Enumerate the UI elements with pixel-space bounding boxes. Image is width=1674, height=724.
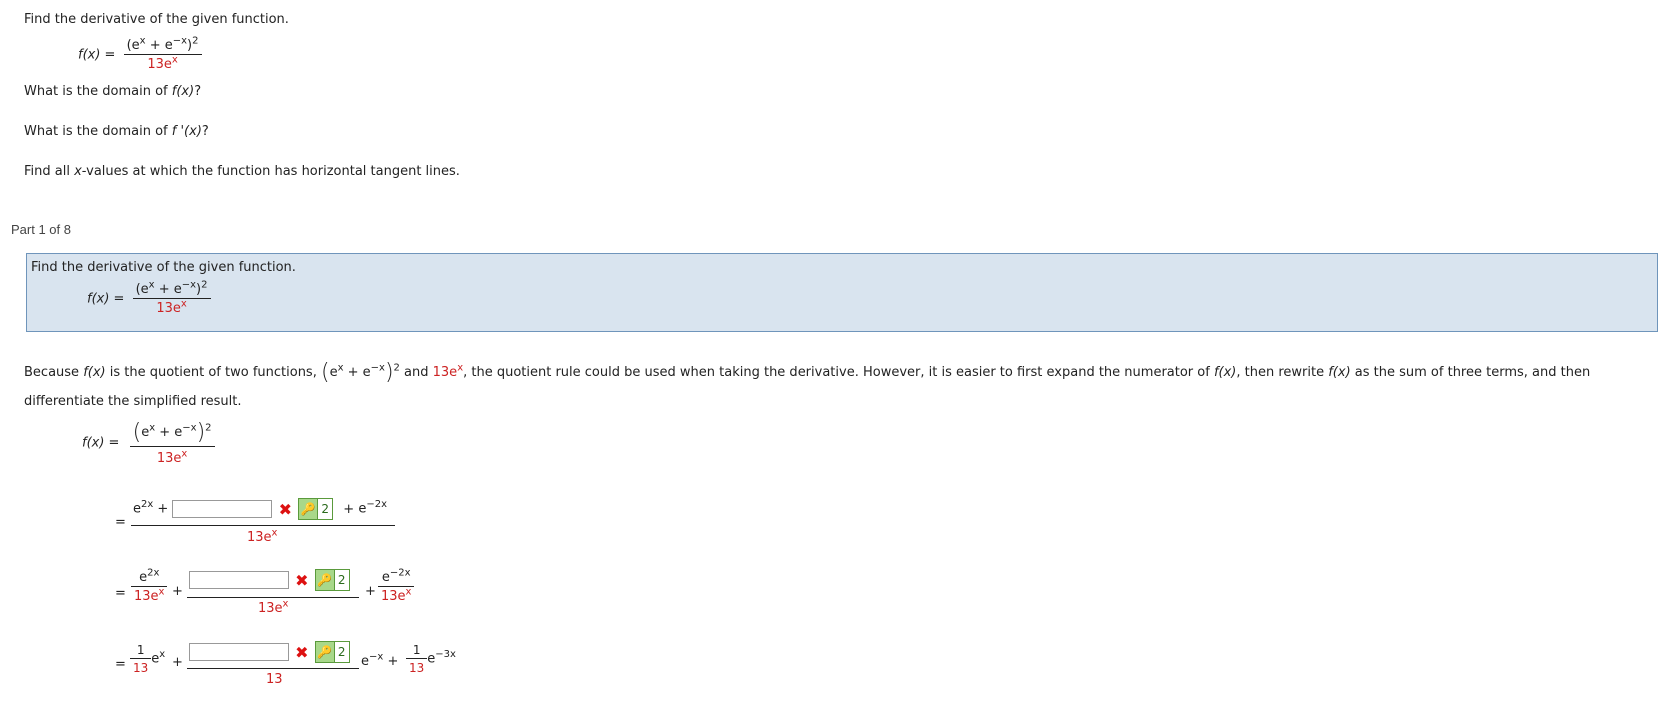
step-1-answer-input[interactable] xyxy=(172,500,273,518)
key-icon[interactable]: 🔑 xyxy=(314,569,335,591)
explanation-line-2: differentiate the simplified result. xyxy=(24,394,242,409)
question-domain-f: What is the domain of f(x)? xyxy=(24,84,202,99)
step-3-fraction-bar xyxy=(187,668,359,669)
incorrect-icon: ✖ xyxy=(295,642,309,662)
step-1-equals: = xyxy=(115,515,126,530)
step-3-term-2: e−x + xyxy=(361,651,399,669)
step-3-term-1: 1 13 ex xyxy=(130,643,165,675)
step-2-plus-1: + xyxy=(172,584,183,599)
incorrect-icon: ✖ xyxy=(278,499,293,519)
key-icon[interactable]: 🔑 xyxy=(298,498,319,520)
step-3-answer-input[interactable] xyxy=(189,643,289,661)
step-2-term-3: e−2x 13ex xyxy=(378,568,415,604)
step-3-denominator: 13 xyxy=(266,672,283,687)
step-2-denominator: 13ex xyxy=(258,598,289,616)
attempts-count: 2 xyxy=(333,569,350,591)
step-3-equals: = xyxy=(115,657,126,672)
attempts-count: 2 xyxy=(317,498,334,520)
step-3-plus-1: + xyxy=(172,655,183,670)
step-3-numerator: ✖ 🔑 2 xyxy=(189,641,350,663)
key-icon[interactable]: 🔑 xyxy=(314,641,335,663)
part-prompt-title: Find the derivative of the given functio… xyxy=(31,260,296,275)
step-2-plus-2: + xyxy=(365,584,376,599)
step-original: f(x) = (ex + e−x)2 13ex xyxy=(82,420,215,466)
part-label: Part 1 of 8 xyxy=(11,222,71,237)
step-1-denominator: 13ex xyxy=(247,527,278,545)
part-prompt-function: f(x) = (ex + e−x)2 13ex xyxy=(87,280,211,316)
incorrect-icon: ✖ xyxy=(295,570,309,590)
question-domain-fprime: What is the domain of f '(x)? xyxy=(24,124,209,139)
problem-title: Find the derivative of the given functio… xyxy=(24,12,289,27)
explanation-line-1: Because f(x) is the quotient of two func… xyxy=(24,360,1591,385)
step-1-numerator: e2x + ✖ 🔑 2 + e−2x xyxy=(133,498,388,520)
step-2-answer-input[interactable] xyxy=(189,571,289,589)
step-2-fraction-bar xyxy=(187,597,359,598)
step-2-numerator: ✖ 🔑 2 xyxy=(189,569,350,591)
question-tangent: Find all x-values at which the function … xyxy=(24,164,460,179)
step-3-term-3: 1 13 e−3x xyxy=(406,643,456,675)
part-prompt-box: Find the derivative of the given functio… xyxy=(26,253,1658,332)
step-2-equals: = xyxy=(115,586,126,601)
step-2-term-1: e2x 13ex xyxy=(131,568,168,604)
function-display: f(x) = (ex + e−x)2 13ex xyxy=(78,36,202,72)
attempts-count: 2 xyxy=(333,641,350,663)
step-1-fraction-bar xyxy=(131,525,395,526)
